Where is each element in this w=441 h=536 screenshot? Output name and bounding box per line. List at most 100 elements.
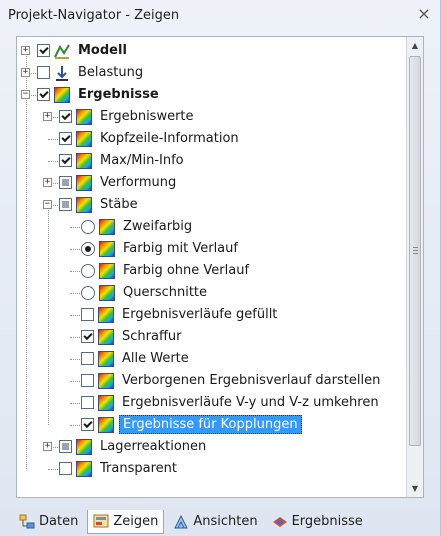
checkbox[interactable] [59,198,72,211]
title-bar: Projekt-Navigator - Zeigen × [0,0,441,30]
scrollbar-thumb[interactable] [409,56,421,446]
tree-item-label: Ergebnisse für Kopplungen [119,415,302,434]
tree-item-label: Belastung [78,65,144,80]
tree-item[interactable]: Zweifarbig [81,216,195,237]
checkbox[interactable] [81,396,94,409]
tree-item-label: Lagerreaktionen [100,439,207,454]
navigator-tabs: Daten Zeigen Ansichten Ergebnisse [0,507,441,536]
expand-icon[interactable]: + [21,68,30,77]
tree-item-label: Ergebnisse [78,87,159,102]
tree-item-label: Ergebnisverläufe V-y und V-z umkehren [122,395,379,410]
tree-item[interactable]: Lagerreaktionen [59,436,209,457]
radio-button[interactable] [81,241,95,256]
tree-item[interactable]: Stäbe [59,194,141,215]
results-icon [76,438,92,455]
checkbox[interactable] [81,352,94,365]
panel-title: Projekt-Navigator - Zeigen [8,7,180,23]
tree-item[interactable]: Farbig ohne Verlauf [81,260,252,281]
tab-ergebnisse[interactable]: Ergebnisse [267,510,368,534]
tree-item[interactable]: Schraffur [81,326,185,347]
display-tree: + Modell + Belastung − Ergebnisse + Ergebniswer… [16,36,424,498]
checkbox[interactable] [81,418,94,431]
vertical-scrollbar[interactable]: ▲ ▼ [406,37,423,497]
tree-item[interactable]: Ergebniswerte [59,106,197,127]
model-icon [54,43,70,59]
tree-item-label: Ergebnisverläufe gefüllt [122,307,278,322]
checkbox[interactable] [59,154,72,167]
checkbox[interactable] [37,44,50,57]
radio-button[interactable] [81,285,95,300]
tree-item-label: Verformung [100,175,177,190]
tree-item[interactable]: Ergebnisse [37,84,162,105]
scroll-down-icon[interactable]: ▼ [407,480,423,497]
results-icon [99,218,115,235]
display-icon [93,514,109,528]
results-icon [76,130,92,147]
results-icon [98,306,114,323]
tab-label: Ansichten [193,514,258,529]
tree-item[interactable]: Ergebnisverläufe V-y und V-z umkehren [81,392,382,413]
tab-label: Zeigen [113,513,159,529]
close-button[interactable]: × [415,5,433,23]
expand-icon[interactable]: + [43,112,52,121]
tree-item[interactable]: Modell [37,40,130,61]
results-icon [76,196,92,213]
results-icon [99,262,115,279]
tree-item-label: Farbig mit Verlauf [123,241,238,256]
checkbox[interactable] [81,374,94,387]
tree-item[interactable]: Verformung [59,172,179,193]
checkbox[interactable] [81,308,94,321]
results-icon [99,240,115,257]
checkbox[interactable] [59,110,72,123]
data-tree-icon [19,514,35,528]
tree-item-label: Max/Min-Info [100,153,184,168]
tree-item-label: Verborgenen Ergebnisverlauf darstellen [122,373,381,388]
tree-item[interactable]: Ergebnisse für Kopplungen [81,414,302,435]
tree-item-label: Stäbe [100,197,138,212]
scroll-up-icon[interactable]: ▲ [407,37,423,54]
tree-connector [48,205,49,425]
checkbox[interactable] [59,132,72,145]
project-navigator-panel: Projekt-Navigator - Zeigen × + Modell + Bel… [0,0,441,536]
checkbox[interactable] [37,66,50,79]
checkbox[interactable] [81,330,94,343]
tab-zeigen[interactable]: Zeigen [87,509,165,534]
views-icon [174,514,189,528]
expand-icon[interactable]: + [43,442,52,451]
tree-item[interactable]: Belastung [37,62,146,83]
collapse-icon[interactable]: − [21,90,30,99]
radio-button[interactable] [81,263,95,278]
tree-item[interactable]: Alle Werte [81,348,192,369]
tree-item-label: Ergebniswerte [100,109,194,124]
checkbox[interactable] [37,88,50,101]
tree-item[interactable]: Kopfzeile-Information [59,128,242,149]
tree-item-label: Schraffur [122,329,182,344]
tree-item-label: Farbig ohne Verlauf [123,263,250,278]
tree-item[interactable]: Ergebnisverläufe gefüllt [81,304,280,325]
results-icon [76,108,92,125]
tree-connector [26,95,27,469]
tree-item-label: Zweifarbig [123,219,193,234]
expand-icon[interactable]: + [21,46,30,55]
results-icon [98,372,114,389]
tab-label: Daten [39,514,79,529]
tree-item[interactable]: Farbig mit Verlauf [81,238,241,259]
results-icon [98,416,114,433]
tree-item-label: Querschnitte [123,285,208,300]
results-icon [98,350,114,367]
tree-item[interactable]: Verborgenen Ergebnisverlauf darstellen [81,370,383,391]
grip-icon [413,247,418,254]
tree-item[interactable]: Transparent [59,458,180,479]
tab-ansichten[interactable]: Ansichten [168,510,262,534]
checkbox[interactable] [59,462,72,475]
checkbox[interactable] [59,176,72,189]
tree-item[interactable]: Querschnitte [81,282,210,303]
expand-icon[interactable]: + [43,178,52,187]
tab-daten[interactable]: Daten [14,510,83,534]
radio-button[interactable] [81,219,95,234]
checkbox[interactable] [59,440,72,453]
tree-item[interactable]: Max/Min-Info [59,150,187,171]
results-icon [76,460,92,477]
results-tab-icon [272,516,287,527]
collapse-icon[interactable]: − [43,200,52,209]
